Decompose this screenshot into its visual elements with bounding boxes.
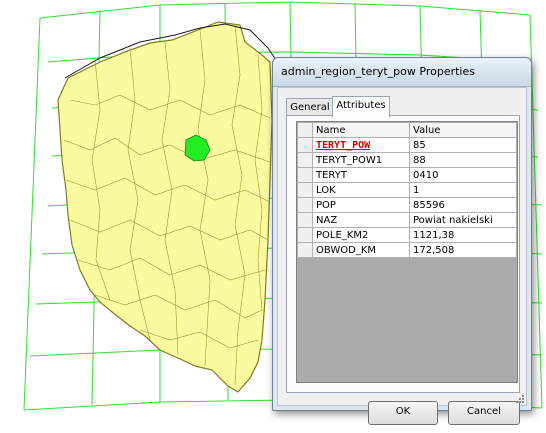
table-row[interactable]: TERYT_POW 85	[297, 137, 517, 153]
table-row[interactable]: TERYT 0410	[297, 167, 517, 183]
attribute-name: POP	[312, 197, 410, 213]
dialog-client-area: General Attributes Name Value TERYT_POW …	[277, 87, 527, 425]
table-row[interactable]: TERYT_POW1 88	[297, 152, 517, 168]
attribute-value[interactable]: 172,508	[409, 242, 517, 258]
table-row[interactable]: OBWOD_KM 172,508	[297, 242, 517, 258]
properties-dialog: admin_region_teryt_pow Properties Genera…	[272, 57, 532, 425]
attribute-value[interactable]: 88	[409, 152, 517, 168]
row-selector[interactable]	[297, 197, 313, 213]
attribute-name: TERYT	[312, 167, 410, 183]
row-selector[interactable]	[297, 137, 313, 153]
attribute-value[interactable]: 1	[409, 182, 517, 198]
attribute-name: POLE_KM2	[312, 227, 410, 243]
table-row[interactable]: NAZ Powiat nakielski	[297, 212, 517, 228]
attributes-panel: Name Value TERYT_POW 85 TERYT_POW1 88 TE…	[286, 115, 520, 393]
attribute-value[interactable]: 0410	[409, 167, 517, 183]
row-selector[interactable]	[297, 152, 313, 168]
cancel-button[interactable]: Cancel	[448, 401, 520, 425]
poland-regions[interactable]	[57, 21, 277, 393]
row-selector[interactable]	[297, 212, 313, 228]
dialog-title: admin_region_teryt_pow Properties	[281, 65, 475, 78]
attribute-value[interactable]: 1121,38	[409, 227, 517, 243]
ok-button[interactable]: OK	[368, 401, 438, 425]
row-selector[interactable]	[297, 242, 313, 258]
attribute-name: TERYT_POW	[316, 139, 371, 151]
row-selector[interactable]	[297, 167, 313, 183]
table-header-row: Name Value	[297, 122, 517, 138]
header-selector-cell	[297, 122, 313, 138]
attribute-value[interactable]: 85596	[409, 197, 517, 213]
attribute-value[interactable]: 85	[409, 137, 517, 153]
header-value[interactable]: Value	[409, 122, 517, 138]
table-row[interactable]: POLE_KM2 1121,38	[297, 227, 517, 243]
resize-grip-icon[interactable]	[514, 393, 524, 403]
table-row[interactable]: LOK 1	[297, 182, 517, 198]
attribute-value[interactable]: Powiat nakielski	[409, 212, 517, 228]
dialog-titlebar[interactable]: admin_region_teryt_pow Properties	[273, 58, 531, 87]
row-selector[interactable]	[297, 227, 313, 243]
header-name[interactable]: Name	[312, 122, 410, 138]
table-row[interactable]: POP 85596	[297, 197, 517, 213]
attribute-name: TERYT_POW1	[312, 152, 410, 168]
attribute-name: OBWOD_KM	[312, 242, 410, 258]
attribute-name: LOK	[312, 182, 410, 198]
attributes-table: Name Value TERYT_POW 85 TERYT_POW1 88 TE…	[296, 121, 518, 383]
attribute-name: NAZ	[312, 212, 410, 228]
tab-attributes[interactable]: Attributes	[332, 96, 390, 117]
row-selector[interactable]	[297, 182, 313, 198]
